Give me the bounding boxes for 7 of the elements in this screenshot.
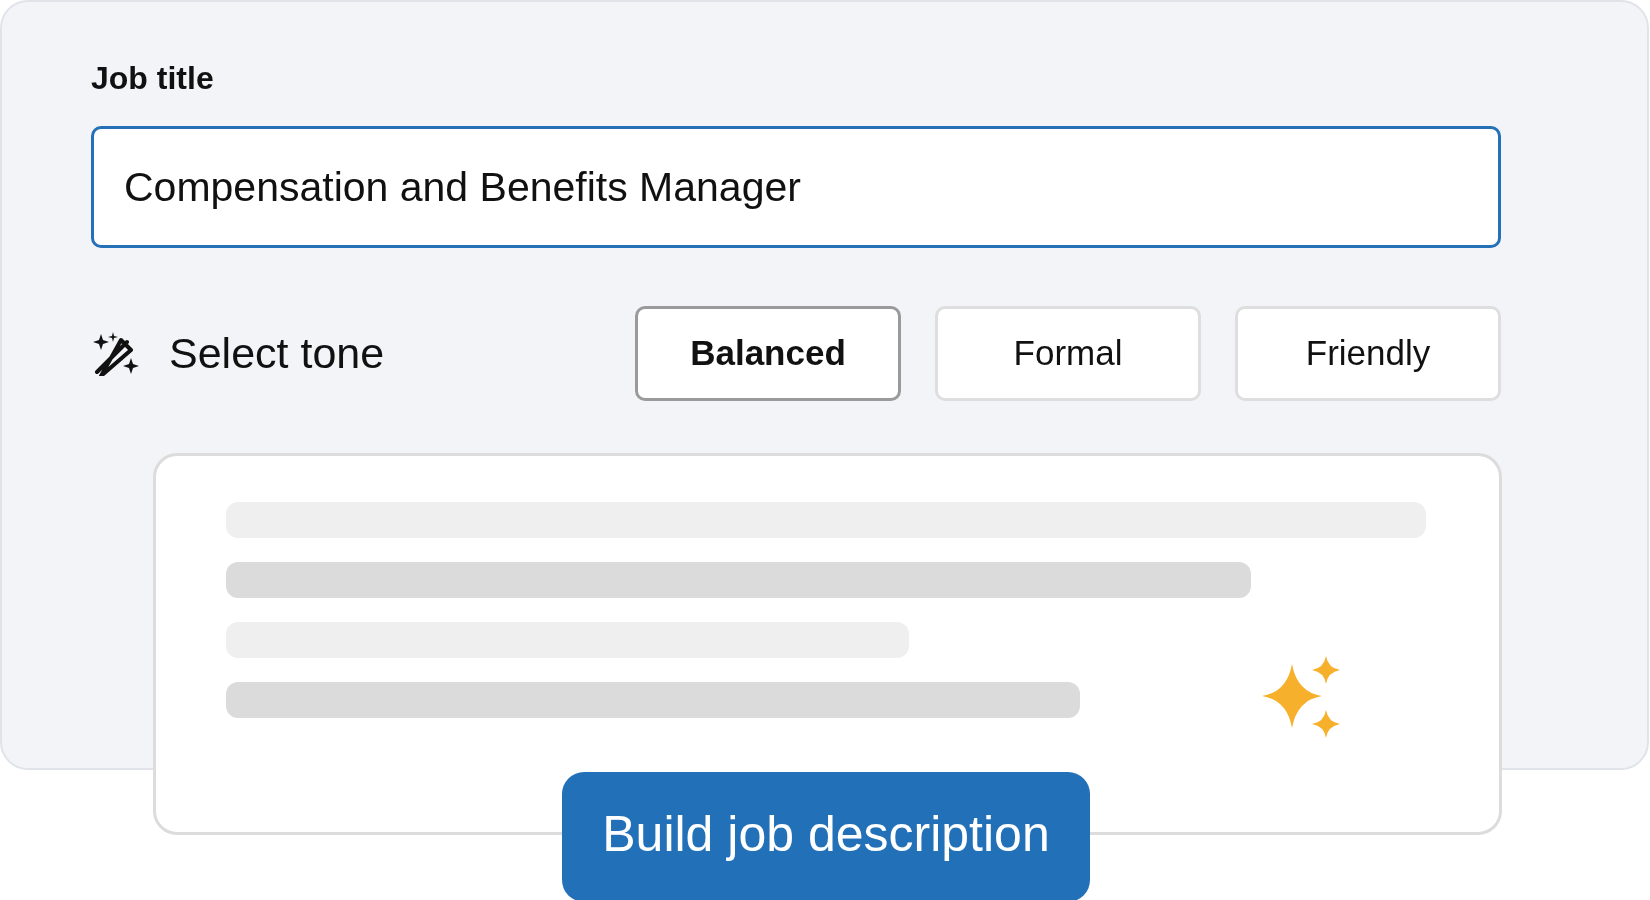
tone-option[interactable]: Balanced bbox=[635, 306, 901, 401]
tone-option[interactable]: Friendly bbox=[1235, 306, 1501, 401]
build-button[interactable]: Build job description bbox=[562, 772, 1090, 900]
field-label: Job title bbox=[91, 59, 215, 98]
tone-label: Select tone bbox=[169, 328, 385, 380]
job-title-input[interactable]: Compensation and Benefits Manager bbox=[91, 126, 1501, 248]
tone-option[interactable]: Formal bbox=[935, 306, 1201, 401]
